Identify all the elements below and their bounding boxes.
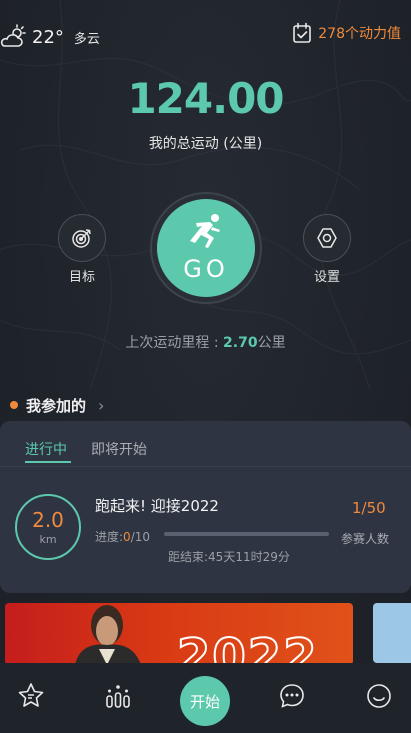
bottom-nav: 开始 xyxy=(0,663,411,733)
total-distance: 124.00 xyxy=(127,74,284,123)
banner-year: 2022 xyxy=(176,628,319,665)
banner-athlete-image xyxy=(75,605,141,665)
weather-condition: 多云 xyxy=(73,31,100,47)
tab-in-progress[interactable]: 进行中 xyxy=(25,439,67,459)
weather-widget: 22° 多云 xyxy=(0,24,100,50)
event-card[interactable]: 进行中 即将开始 2.0 km 跑起来! 迎接2022 进度:0/10 距结束:… xyxy=(0,421,411,593)
event-title: 跑起来! 迎接2022 xyxy=(95,497,219,515)
promo-banner[interactable]: 2022 xyxy=(5,603,353,665)
go-button[interactable]: GO xyxy=(157,199,255,297)
nav-ranking[interactable] xyxy=(103,681,133,711)
last-run-unit: 公里 xyxy=(257,335,286,351)
section-dot xyxy=(10,401,18,409)
my-events-header[interactable]: 我参加的 › xyxy=(10,394,104,416)
points-text: 278个动力值 xyxy=(318,26,401,42)
last-run-value: 2.70 xyxy=(223,335,258,351)
nav-badges[interactable] xyxy=(16,681,46,711)
target-button[interactable] xyxy=(58,214,106,262)
event-distance-unit: km xyxy=(39,532,57,546)
settings-button[interactable] xyxy=(303,214,351,262)
last-run-prefix: 上次运动里程 : xyxy=(125,335,224,351)
gear-icon xyxy=(317,228,337,248)
progress-total: /10 xyxy=(130,530,150,544)
temperature: 22° xyxy=(32,26,64,48)
go-label: GO xyxy=(183,255,229,283)
event-tabs: 进行中 即将开始 xyxy=(25,439,171,459)
tab-divider xyxy=(0,466,411,467)
event-distance-badge: 2.0 km xyxy=(15,494,81,560)
event-progress-bar xyxy=(164,532,329,536)
app-screen: 22° 多云 278个动力值 124.00 我的总运动 (公里) 目标 GO 设… xyxy=(0,0,411,733)
smile-icon xyxy=(367,684,391,708)
nav-profile[interactable] xyxy=(364,681,394,711)
active-tab-indicator xyxy=(25,461,71,463)
settings-label: 设置 xyxy=(313,270,340,285)
section-title: 我参加的 xyxy=(26,396,87,415)
last-run: 上次运动里程 : 2.70公里 xyxy=(0,332,411,352)
star-badge-icon xyxy=(18,683,44,707)
progress-prefix: 进度: xyxy=(95,530,124,544)
calendar-check-icon xyxy=(293,22,312,43)
target-icon xyxy=(72,229,91,248)
progress-current: 0 xyxy=(123,530,131,544)
cloud-sun-icon xyxy=(0,24,26,47)
next-banner-peek[interactable] xyxy=(373,603,411,663)
nav-messages[interactable] xyxy=(277,681,307,711)
runner-icon xyxy=(190,214,220,248)
event-distance: 2.0 xyxy=(32,507,64,532)
motivation-points[interactable]: 278个动力值 xyxy=(292,20,401,46)
ranking-icon xyxy=(106,685,130,708)
event-progress-label: 进度:0/10 xyxy=(95,528,150,545)
event-participants-label: 参赛人数 xyxy=(341,532,390,546)
tab-upcoming[interactable]: 即将开始 xyxy=(91,439,147,459)
chat-icon xyxy=(280,684,304,708)
event-time-left: 距结束:45天11时29分 xyxy=(168,550,290,564)
event-participants: 1/50 xyxy=(352,499,386,517)
chevron-right-icon: › xyxy=(98,395,105,415)
total-distance-label: 我的总运动 (公里) xyxy=(148,136,263,152)
nav-start-button[interactable]: 开始 xyxy=(180,676,230,726)
target-label: 目标 xyxy=(68,270,95,285)
